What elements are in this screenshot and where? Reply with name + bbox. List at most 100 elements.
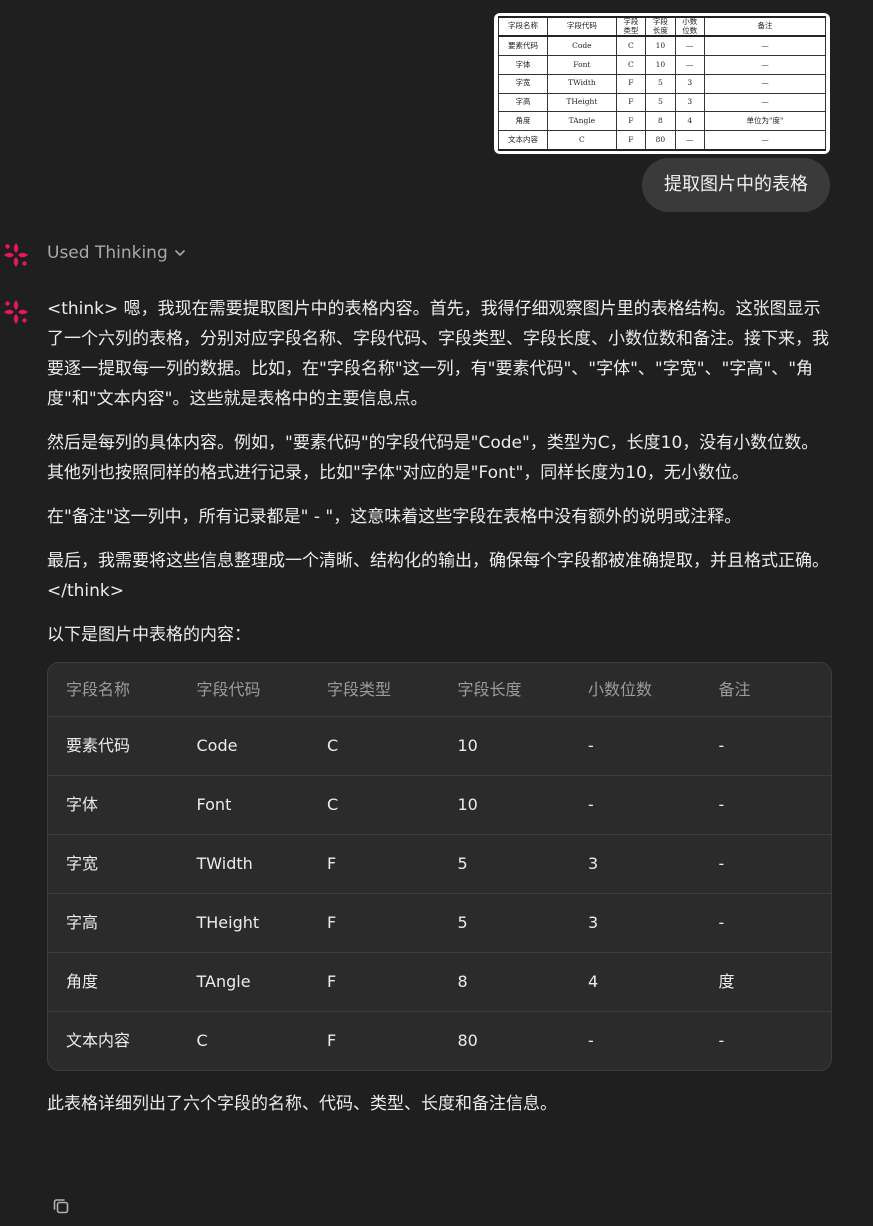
table-cell: 80	[457, 1031, 478, 1050]
scanned-cell: Code	[547, 35, 617, 57]
answer-summary: 此表格详细列出了六个字段的名称、代码、类型、长度和备注信息。	[47, 1094, 557, 1114]
scanned-cell: 5	[645, 92, 676, 113]
scanned-table-row: 字高 THeight F 5 3 —	[497, 92, 827, 113]
result-table-container: 字段名称 字段代码 字段类型 字段长度 小数位数 备注 要素代码 Code C …	[47, 662, 832, 1071]
table-cell: F	[309, 893, 440, 953]
scanned-cell: 字宽	[497, 73, 549, 94]
scanned-table-row: 字体 Font C 10 — —	[497, 55, 827, 75]
column-header: 字段名称	[48, 663, 179, 717]
scanned-table-row: 文本内容 C F 80 — —	[497, 129, 827, 151]
table-cell: 10	[439, 716, 570, 776]
table-row: 角度 TAngle F 8 4 度	[48, 952, 831, 1012]
table-cell: 字宽	[48, 834, 179, 894]
table-row: 要素代码 Code C 10 - -	[48, 716, 831, 776]
scanned-cell: 3	[674, 73, 705, 94]
scanned-cell: C	[547, 129, 617, 151]
table-cell: 8	[439, 952, 570, 1012]
think-close-tag: </think>	[47, 581, 124, 601]
scanned-cell: —	[703, 92, 827, 113]
scanned-header-cell: 字段 类型	[615, 15, 647, 38]
table-cell: Font	[178, 775, 309, 835]
table-cell: -	[570, 716, 701, 776]
scanned-cell: 字体	[497, 55, 549, 75]
scanned-cell: Font	[547, 55, 617, 75]
table-cell: 3	[570, 834, 701, 894]
thinking-paragraph: <think> 嗯，我现在需要提取图片中的表格内容。首先，我得仔细观察图片里的表…	[47, 299, 829, 409]
scanned-table: 字段名称 字段代码 字段 类型 字段 长度 小数 位数 备注 要素代码 Code…	[497, 15, 827, 151]
scanned-cell: —	[703, 129, 827, 151]
scanned-cell: F	[615, 73, 647, 94]
thinking-paragraph: 然后是每列的具体内容。例如，"要素代码"的字段代码是"Code"，类型为C，长度…	[47, 433, 819, 483]
table-cell: TWidth	[178, 834, 309, 894]
table-cell: C	[309, 775, 440, 835]
assistant-logo-icon	[2, 241, 30, 269]
table-cell: TAngle	[178, 952, 309, 1012]
table-cell: 4	[570, 952, 701, 1012]
scanned-table-row: 角度 TAngle F 8 4 单位为"度"	[497, 111, 827, 131]
table-cell: F	[309, 834, 440, 894]
scanned-cell: 8	[645, 111, 676, 131]
scanned-cell: —	[703, 55, 827, 75]
table-row: 字高 THeight F 5 3 -	[48, 893, 831, 953]
scanned-cell: 文本内容	[497, 129, 549, 151]
table-cell: THeight	[178, 893, 309, 953]
assistant-logo-icon	[2, 298, 30, 326]
scanned-cell: —	[674, 55, 705, 75]
table-cell: 5	[439, 893, 570, 953]
table-cell: F	[327, 1031, 337, 1050]
scanned-header-cell: 字段代码	[547, 15, 617, 38]
scanned-cell: —	[674, 129, 705, 151]
table-cell: 10	[439, 775, 570, 835]
table-cell: 要素代码	[48, 716, 179, 776]
table-cell: 字高	[48, 893, 179, 953]
table-cell: 度	[700, 952, 831, 1012]
column-header: 字段类型	[309, 663, 440, 717]
scanned-cell: —	[703, 73, 827, 94]
copy-icon[interactable]	[51, 1196, 71, 1216]
chevron-down-icon	[174, 247, 186, 259]
scanned-cell: 单位为"度"	[703, 111, 827, 131]
table-cell: -	[718, 1031, 725, 1050]
table-cell: -	[700, 893, 831, 953]
table-cell: 字体	[48, 775, 179, 835]
table-cell: -	[700, 834, 831, 894]
thinking-label: Used Thinking	[47, 243, 168, 263]
thinking-toggle-button[interactable]: Used Thinking	[47, 240, 186, 266]
table-cell: 文本内容	[66, 1031, 131, 1050]
table-cell: 5	[439, 834, 570, 894]
scanned-cell: 要素代码	[497, 35, 549, 57]
column-header: 备注	[700, 663, 831, 717]
scanned-cell: 80	[645, 129, 676, 151]
scanned-cell: THeight	[547, 92, 617, 113]
scanned-cell: 10	[645, 55, 676, 75]
table-cell: -	[700, 716, 831, 776]
scanned-cell: C	[615, 55, 647, 75]
column-header: 字段代码	[178, 663, 309, 717]
scanned-cell: F	[615, 92, 647, 113]
scanned-cell: C	[615, 35, 647, 57]
table-cell: F	[309, 952, 440, 1012]
scanned-cell: TAngle	[547, 111, 617, 131]
scanned-header-cell: 备注	[703, 15, 827, 38]
column-header: 小数位数	[570, 663, 701, 717]
scanned-cell: 字高	[497, 92, 549, 113]
column-header: 字段长度	[439, 663, 570, 717]
user-message-bubble: 提取图片中的表格	[642, 158, 830, 212]
scanned-cell: 5	[645, 73, 676, 94]
assistant-message: <think> 嗯，我现在需要提取图片中的表格内容。首先，我得仔细观察图片里的表…	[47, 294, 833, 1133]
table-row: 文本内容 C F 80 - -	[48, 1012, 831, 1071]
scanned-table-row: 要素代码 Code C 10 — —	[497, 35, 827, 57]
user-attached-image[interactable]: 字段名称 字段代码 字段 类型 字段 长度 小数 位数 备注 要素代码 Code…	[494, 13, 830, 154]
scanned-cell: 10	[645, 35, 676, 57]
table-cell: 角度	[48, 952, 179, 1012]
scanned-cell: 4	[674, 111, 705, 131]
scanned-cell: —	[703, 35, 827, 57]
table-cell: Code	[178, 716, 309, 776]
scanned-cell: 3	[674, 92, 705, 113]
table-row: 字体 Font C 10 - -	[48, 775, 831, 835]
table-cell: -	[588, 1031, 594, 1050]
result-table: 字段名称 字段代码 字段类型 字段长度 小数位数 备注 要素代码 Code C …	[48, 663, 831, 1070]
scanned-header-cell: 字段名称	[497, 15, 549, 38]
table-cell: 3	[570, 893, 701, 953]
scanned-header-cell: 小数 位数	[674, 15, 705, 38]
